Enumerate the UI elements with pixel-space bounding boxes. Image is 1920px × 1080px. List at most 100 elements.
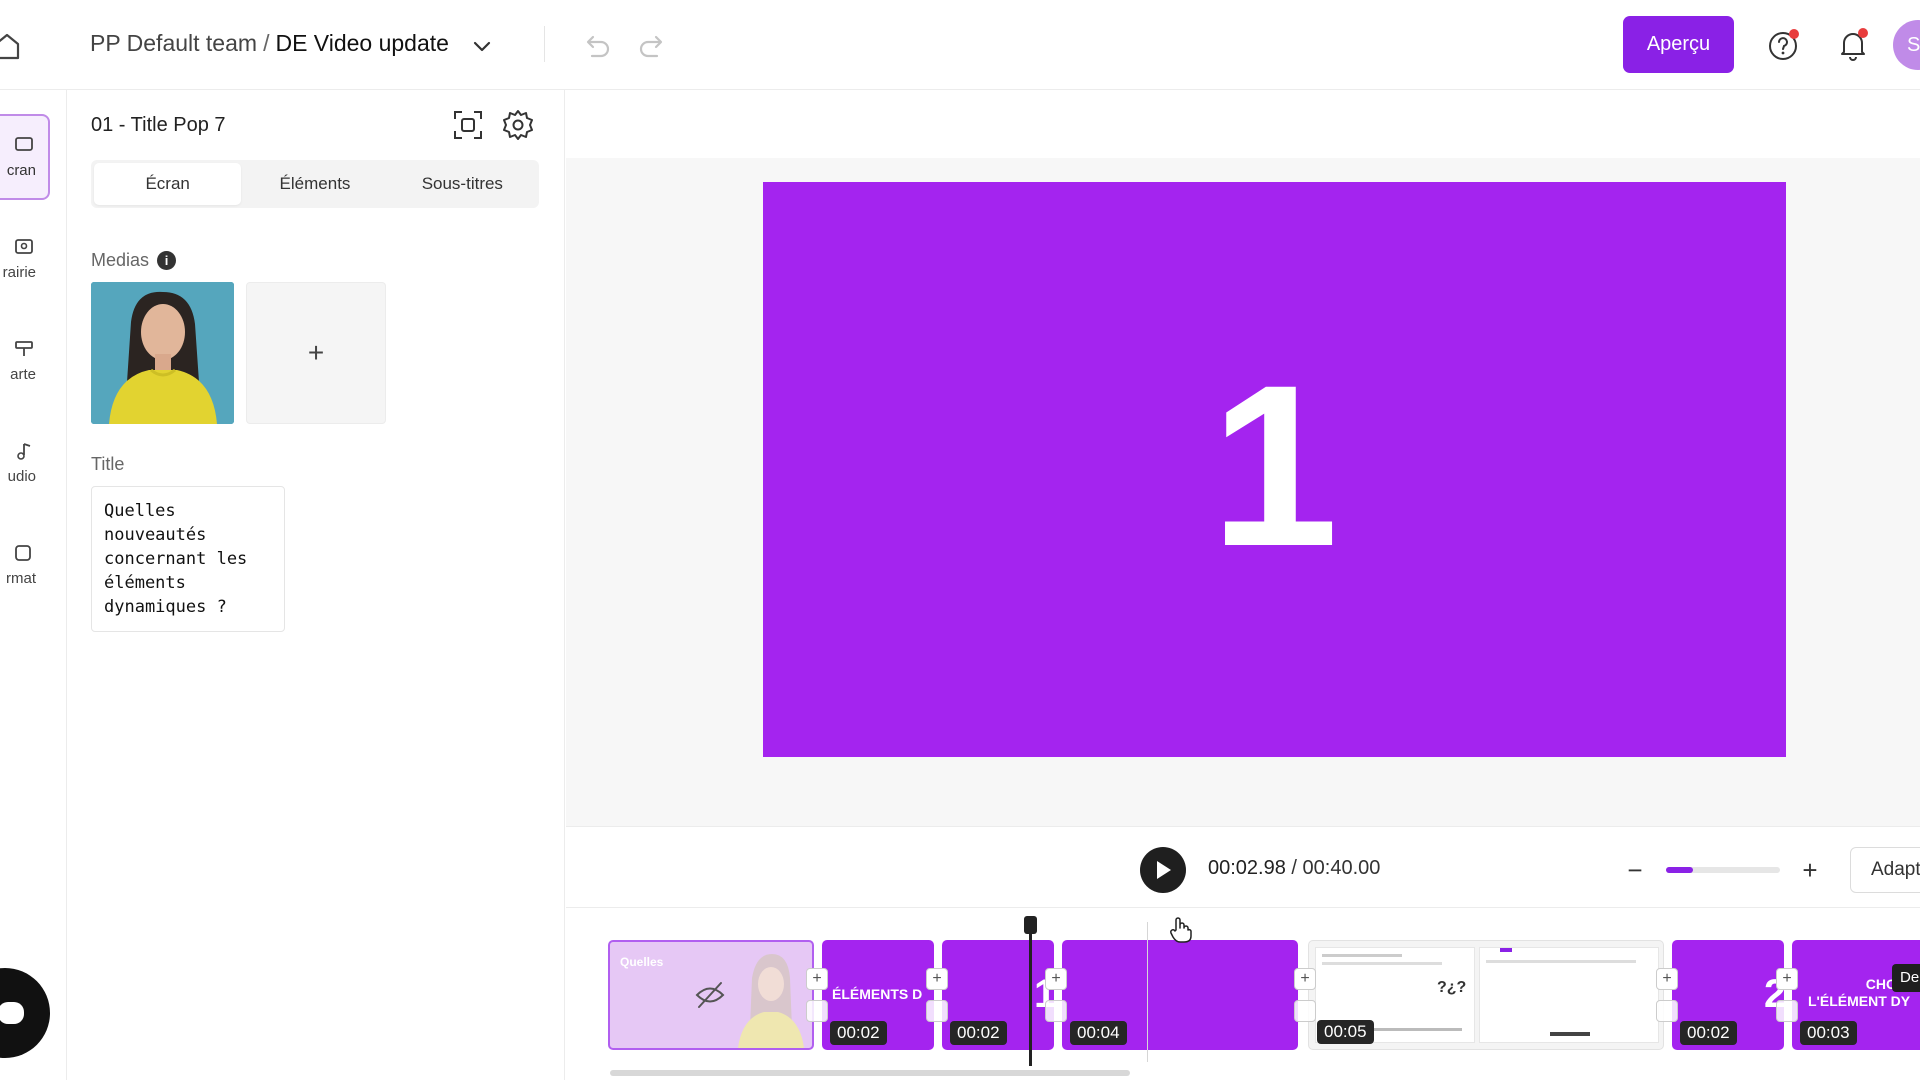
portrait-image (738, 954, 804, 1048)
timeline-clip[interactable]: ÉLÉMENTS D 00:02 (822, 940, 934, 1050)
fit-timeline-button[interactable]: Adapter (1850, 847, 1920, 893)
timeline-clip[interactable]: CHOIS L'ÉLÉMENT DY 00:03 (1792, 940, 1920, 1050)
transition-off-icon[interactable] (926, 1000, 948, 1022)
brand-kit-icon (15, 340, 33, 356)
player-bar: 00:02.98 / 00:40.00 − + Adapter (566, 826, 1920, 908)
playhead-handle[interactable] (1024, 916, 1037, 934)
rail-item-library[interactable]: rairie (0, 216, 50, 302)
portrait-image (91, 282, 234, 424)
clip-duration: 00:05 (1317, 1020, 1374, 1044)
transition-off-icon[interactable] (1294, 1000, 1316, 1022)
clip-duration: 00:02 (1680, 1021, 1737, 1045)
breadcrumb-separator: / (263, 30, 270, 56)
slide-number-text: 1 (1210, 336, 1339, 594)
timeline-clip[interactable]: Quelles (608, 940, 814, 1050)
rail-item-label: rmat (6, 569, 36, 587)
undo-icon[interactable] (580, 30, 612, 62)
left-rail: cran rairie arte udio rmat (0, 90, 67, 1080)
redo-icon[interactable] (637, 30, 669, 62)
chevron-down-icon[interactable] (470, 34, 494, 58)
help-button[interactable] (1767, 28, 1801, 62)
screen-recording-thumbnail (1479, 947, 1659, 1043)
current-time: 00:02.98 (1208, 857, 1286, 879)
rail-item-audio[interactable]: udio (0, 420, 50, 506)
add-scene-button[interactable]: + (1294, 968, 1316, 990)
add-scene-button[interactable]: + (1656, 968, 1678, 990)
home-icon (0, 33, 20, 60)
avatar[interactable]: S (1893, 20, 1920, 70)
swap-template-icon[interactable] (451, 108, 485, 142)
tab-elements[interactable]: Éléments (241, 163, 388, 205)
project-name[interactable]: DE Video update (275, 30, 449, 57)
add-media-button[interactable]: + (246, 282, 386, 424)
canvas-toolbar-strip (566, 90, 1920, 158)
transition-off-icon[interactable] (806, 1000, 828, 1022)
hand-cursor-icon (1170, 917, 1192, 943)
rail-item-screen[interactable]: cran (0, 114, 50, 200)
screen-icon (15, 136, 33, 151)
info-icon[interactable]: i (157, 251, 177, 270)
panel-tabs: Écran Éléments Sous-titres (91, 160, 539, 208)
gear-icon[interactable] (501, 108, 535, 142)
notification-dot (1789, 29, 1799, 39)
play-icon (1157, 861, 1171, 879)
transition-off-icon[interactable] (1776, 1000, 1798, 1022)
media-thumbnail[interactable] (91, 282, 234, 424)
canvas-area: 1 (566, 90, 1920, 826)
rail-item-label: arte (10, 365, 36, 383)
add-scene-button[interactable]: + (926, 968, 948, 990)
top-bar: PP Default team / DE Video update Aperçu… (0, 0, 1920, 90)
clip-duration: 00:03 (1800, 1021, 1857, 1045)
playhead[interactable] (1024, 916, 1037, 1066)
zoom-out-button[interactable]: − (1620, 855, 1650, 885)
time-readout: 00:02.98 / 00:40.00 (1208, 857, 1380, 880)
tab-subtitles[interactable]: Sous-titres (389, 163, 536, 205)
title-textarea[interactable] (91, 486, 285, 632)
add-scene-button[interactable]: + (1045, 968, 1067, 990)
hover-marker (1147, 922, 1148, 1062)
rail-item-label: cran (6, 161, 36, 179)
eye-off-icon[interactable] (694, 980, 726, 1010)
rail-item-label: rairie (2, 263, 36, 281)
timeline-clip[interactable]: 2 00:02 (1672, 940, 1784, 1050)
timeline-clip[interactable]: 00:04 (1062, 940, 1298, 1050)
clip-duration: 00:02 (830, 1021, 887, 1045)
time-separator: / (1285, 857, 1303, 879)
slide-preview[interactable]: 1 (763, 182, 1786, 757)
divider (544, 26, 545, 62)
medias-label: Medias i (91, 250, 177, 271)
tab-screen[interactable]: Écran (94, 163, 242, 205)
scene-title: 01 - Title Pop 7 (91, 114, 226, 136)
zoom-slider-fill (1666, 867, 1694, 873)
library-icon (15, 238, 33, 254)
chat-support-button[interactable] (0, 968, 50, 1058)
clip-caption: Quelles (620, 955, 664, 969)
tooltip: De (1892, 964, 1920, 992)
zoom-in-button[interactable]: + (1795, 855, 1825, 885)
music-note-icon (17, 442, 31, 460)
timeline-scrollbar[interactable] (610, 1070, 1130, 1076)
breadcrumb: PP Default team / DE Video update (90, 30, 449, 57)
clip-caption: ?¿? (1437, 979, 1467, 996)
transition-off-icon[interactable] (1656, 1000, 1678, 1022)
timeline-clip[interactable]: ?¿? 00:05 (1308, 940, 1664, 1050)
total-time: 00:40.00 (1302, 857, 1381, 879)
timeline-clip[interactable]: 1 00:02 (942, 940, 1054, 1050)
zoom-slider[interactable] (1666, 867, 1780, 873)
home-button[interactable] (0, 28, 20, 64)
title-label: Title (91, 454, 125, 474)
clip-duration: 00:04 (1070, 1021, 1127, 1045)
rail-item-brand-kit[interactable]: arte (0, 318, 50, 404)
notifications-button[interactable] (1836, 28, 1870, 62)
rail-item-label: udio (7, 467, 36, 485)
play-button[interactable] (1140, 847, 1186, 893)
rail-item-format[interactable]: rmat (0, 522, 50, 608)
format-icon (15, 544, 31, 561)
clip-caption: ÉLÉMENTS D (832, 986, 923, 1002)
timeline: Quelles ÉLÉMENTS D 00:02 1 00:02 00:04 ?… (566, 908, 1920, 1080)
add-scene-button[interactable]: + (806, 968, 828, 990)
transition-off-icon[interactable] (1045, 1000, 1067, 1022)
add-scene-button[interactable]: + (1776, 968, 1798, 990)
team-name-link[interactable]: PP Default team (90, 30, 257, 57)
preview-button[interactable]: Aperçu (1623, 16, 1734, 73)
